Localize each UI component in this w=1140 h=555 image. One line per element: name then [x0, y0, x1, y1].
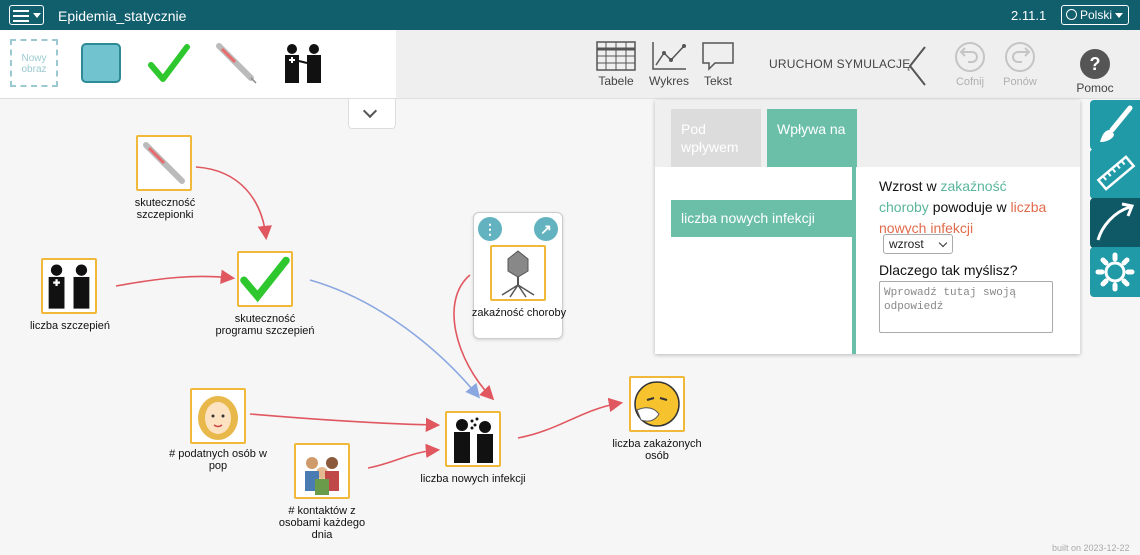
- panel-tabs: Pod wpływem Wpływa na: [655, 100, 1080, 167]
- node-susceptible[interactable]: [190, 388, 246, 444]
- node-label: zakaźność choroby: [471, 307, 567, 319]
- arrow-contacts-to-infections[interactable]: [367, 443, 441, 469]
- relationship-panel: Pod wpływem Wpływa na liczba nowych infe…: [655, 100, 1080, 354]
- ruler-icon: [1096, 155, 1136, 191]
- sneeze-spread-icon: [454, 417, 493, 463]
- sick-face-icon: [634, 381, 680, 427]
- node-infected[interactable]: [629, 376, 685, 432]
- vaccination-icon: [48, 264, 90, 309]
- tab-influences[interactable]: Wpływa na: [767, 109, 857, 167]
- node-label: # podatnych osób w pop: [169, 448, 267, 472]
- node-vaccinations[interactable]: [41, 258, 97, 314]
- node-label: liczba zakażonych osób: [612, 438, 702, 462]
- arrow-susceptible-to-infections[interactable]: [249, 413, 441, 432]
- side-tool-relationship[interactable]: [1090, 198, 1140, 248]
- node-contacts[interactable]: [294, 443, 350, 499]
- node-label: liczba szczepień: [29, 320, 111, 332]
- build-info: built on 2023-12-22: [1052, 543, 1130, 553]
- relationship-arrow-icon: [1096, 202, 1135, 241]
- selected-variable-item[interactable]: liczba nowych infekcji: [671, 200, 856, 237]
- arrow-program-to-infections[interactable]: [309, 279, 481, 399]
- node-program-effectiveness[interactable]: [237, 251, 293, 307]
- relationship-description: Wzrost w zakaźność choroby powoduje w li…: [879, 178, 1047, 236]
- node-infectiousness[interactable]: [490, 245, 546, 301]
- why-label: Dlaczego tak myślisz?: [879, 262, 1018, 278]
- arrow-vaccinations-to-program[interactable]: [115, 269, 236, 287]
- side-tool-ruler[interactable]: [1090, 149, 1140, 199]
- node-label: skuteczność szczepionki: [134, 197, 196, 221]
- virus-icon: [501, 250, 535, 298]
- node-label: liczba nowych infekcji: [420, 473, 526, 485]
- side-tool-settings[interactable]: [1090, 247, 1140, 297]
- arrow-infections-to-infected[interactable]: [517, 397, 624, 439]
- chevron-down-icon: [938, 238, 948, 248]
- selected-node-card[interactable]: ⋮ ↗ zakaźność choroby: [472, 212, 566, 339]
- explanation-textarea[interactable]: Wprowadź tutaj swoją odpowiedź: [879, 281, 1053, 333]
- tab-influenced-by[interactable]: Pod wpływem: [671, 109, 761, 167]
- person-face-icon: [198, 396, 238, 440]
- side-tool-brush[interactable]: [1090, 100, 1140, 150]
- syringe-icon: [143, 142, 185, 184]
- group-people-icon: [305, 457, 339, 495]
- node-label: # kontaktów z osobami każdego dnia: [278, 505, 366, 541]
- brush-icon: [1100, 105, 1133, 142]
- checkmark-icon: [240, 256, 290, 303]
- node-menu-button[interactable]: ⋮: [478, 217, 502, 241]
- tab-divider: [852, 167, 856, 354]
- relationship-direction-select[interactable]: wzrost: [883, 234, 953, 254]
- node-new-infections[interactable]: [445, 411, 501, 467]
- node-label: skuteczność programu szczepień: [215, 313, 315, 337]
- settings-gear-icon: [1095, 252, 1135, 292]
- node-vaccine-effectiveness[interactable]: [136, 135, 192, 191]
- node-link-button[interactable]: ↗: [534, 217, 558, 241]
